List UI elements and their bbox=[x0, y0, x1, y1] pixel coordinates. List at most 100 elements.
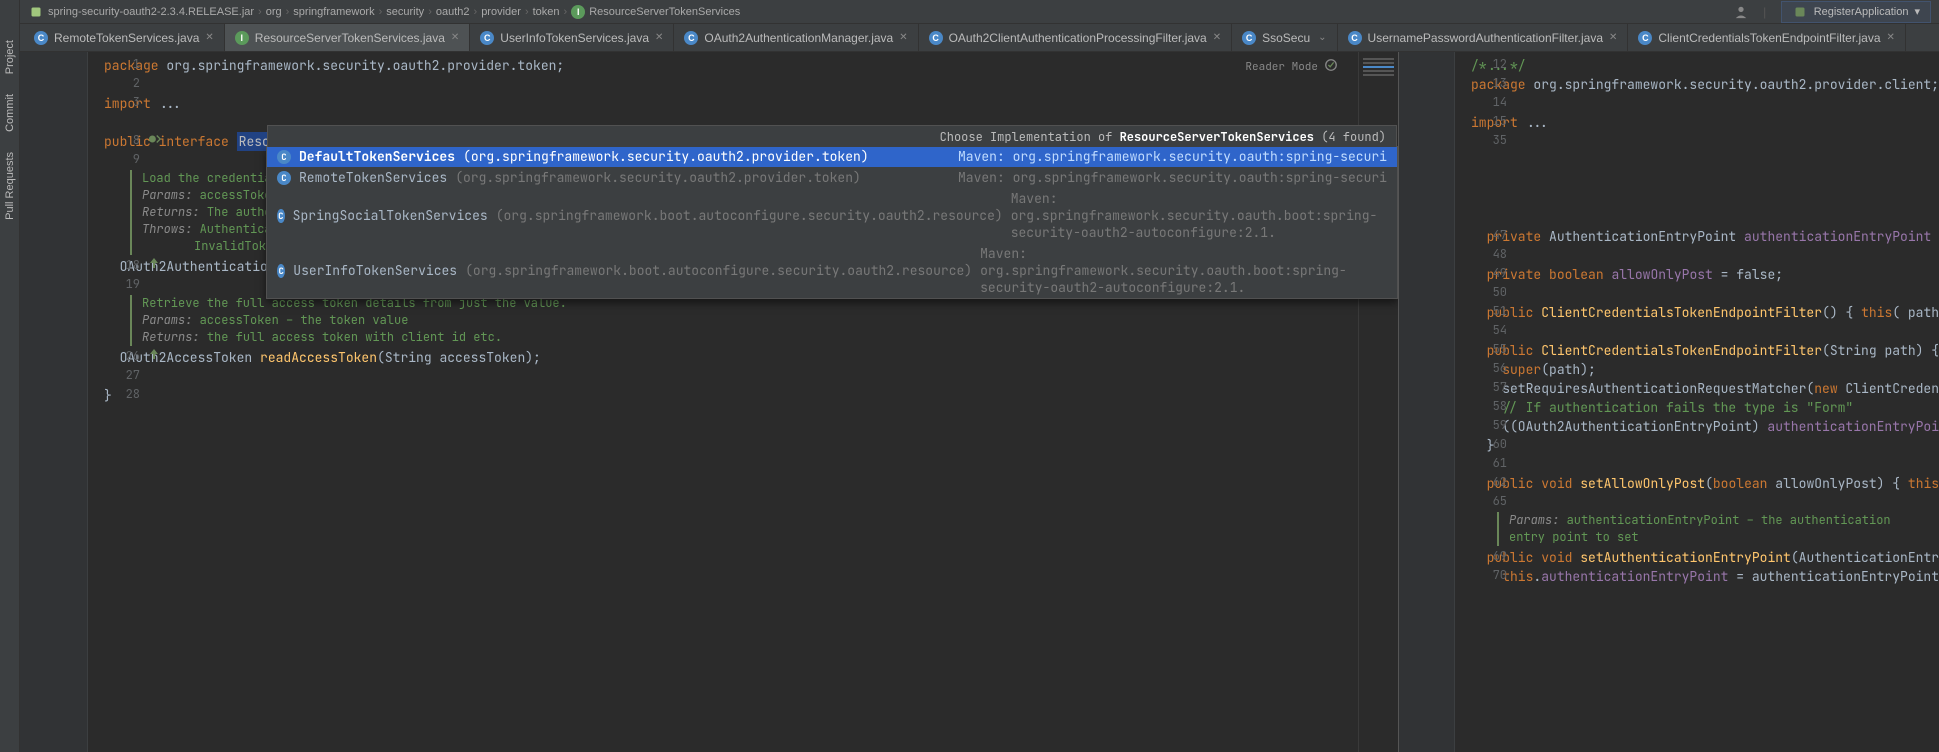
left-tool-strip: Project Commit Pull Requests bbox=[0, 0, 20, 752]
line-number: 28 bbox=[104, 386, 140, 402]
tab-remote-token-services[interactable]: C RemoteTokenServices.java ✕ bbox=[24, 24, 225, 51]
breadcrumb-root[interactable]: spring-security-oauth2-2.3.4.RELEASE.jar bbox=[28, 4, 254, 20]
run-config-button[interactable]: RegisterApplication ▾ bbox=[1781, 1, 1931, 23]
line-number: 3 bbox=[104, 94, 140, 110]
popup-title: Choose Implementation of ResourceServerT… bbox=[267, 125, 1397, 147]
line-number: 59 bbox=[1471, 417, 1507, 433]
override-gutter-icon[interactable] bbox=[148, 257, 170, 272]
line-number: 56 bbox=[1471, 360, 1507, 376]
implementations-gutter-icon[interactable] bbox=[148, 132, 170, 149]
tab-label: UserInfoTokenServices.java bbox=[500, 31, 649, 45]
tab-bar: C RemoteTokenServices.java ✕ I ResourceS… bbox=[20, 24, 1939, 52]
choose-implementation-popup: Choose Implementation of ResourceServerT… bbox=[266, 146, 1398, 299]
tab-resource-server-token-services[interactable]: I ResourceServerTokenServices.java ✕ bbox=[225, 24, 470, 51]
breadcrumb-part[interactable]: springframework bbox=[293, 6, 374, 18]
line-number: 14 bbox=[1471, 94, 1507, 110]
tool-pull-requests[interactable]: Pull Requests bbox=[2, 142, 18, 230]
gutter-right bbox=[1399, 52, 1455, 752]
tab-label: UsernamePasswordAuthenticationFilter.jav… bbox=[1368, 31, 1603, 45]
close-icon[interactable]: ✕ bbox=[205, 32, 213, 43]
breadcrumb: spring-security-oauth2-2.3.4.RELEASE.jar… bbox=[28, 4, 740, 20]
tab-label: OAuth2AuthenticationManager.java bbox=[704, 31, 893, 45]
chevron-right-icon: › bbox=[564, 6, 568, 18]
line-number: 48 bbox=[1471, 246, 1507, 262]
close-icon[interactable]: ✕ bbox=[655, 32, 663, 43]
class-icon: C bbox=[277, 171, 291, 185]
breadcrumb-part[interactable]: token bbox=[533, 6, 560, 18]
javadoc-block: Retrieve the full access token details f… bbox=[130, 295, 1386, 346]
impl-item-remote-token-services[interactable]: C RemoteTokenServices (org.springframewo… bbox=[267, 167, 1397, 188]
breadcrumb-part[interactable]: security bbox=[386, 6, 424, 18]
line-number: 62 bbox=[1471, 474, 1507, 490]
breadcrumb-part[interactable]: org bbox=[266, 6, 282, 18]
close-icon[interactable]: ✕ bbox=[451, 32, 459, 43]
editor-split: Reader Mode 1 package org.springframewor… bbox=[20, 52, 1939, 752]
line-number: 51 bbox=[1471, 303, 1507, 319]
line-number: 18 bbox=[104, 257, 140, 273]
breadcrumb-leaf[interactable]: I ResourceServerTokenServices bbox=[571, 5, 740, 19]
line-number: 1 bbox=[104, 56, 140, 72]
tab-client-credentials-filter[interactable]: C ClientCredentialsTokenEndpointFilter.j… bbox=[1628, 24, 1906, 51]
interface-icon: I bbox=[235, 31, 249, 45]
run-config-icon bbox=[1792, 4, 1808, 20]
class-icon: C bbox=[34, 31, 48, 45]
user-menu-icon[interactable] bbox=[1733, 4, 1749, 20]
class-icon: C bbox=[1242, 31, 1256, 45]
close-icon[interactable]: ✕ bbox=[899, 32, 907, 43]
tab-username-password-filter[interactable]: C UsernamePasswordAuthenticationFilter.j… bbox=[1338, 24, 1629, 51]
close-icon[interactable]: ✕ bbox=[1887, 32, 1895, 43]
line-number: 49 bbox=[1471, 265, 1507, 281]
tool-project[interactable]: Project bbox=[2, 30, 18, 84]
jar-icon bbox=[28, 4, 44, 20]
line-number: 61 bbox=[1471, 455, 1507, 471]
line-number: 57 bbox=[1471, 379, 1507, 395]
close-icon[interactable]: ✕ bbox=[1609, 32, 1617, 43]
chevron-right-icon: › bbox=[258, 6, 262, 18]
line-number: 13 bbox=[1471, 75, 1507, 91]
line-number: 9 bbox=[104, 151, 140, 167]
top-right-actions: | RegisterApplication ▾ bbox=[1733, 1, 1931, 23]
class-icon: C bbox=[480, 31, 494, 45]
line-number: 65 bbox=[1471, 493, 1507, 509]
class-icon: C bbox=[277, 150, 291, 164]
breadcrumb-part[interactable]: provider bbox=[481, 6, 521, 18]
class-icon: C bbox=[929, 31, 943, 45]
tab-oauth2-client-auth-filter[interactable]: C OAuth2ClientAuthenticationProcessingFi… bbox=[919, 24, 1233, 51]
impl-item-user-info-token-services[interactable]: C UserInfoTokenServices (org.springframe… bbox=[267, 243, 1397, 298]
line-number: 35 bbox=[1471, 132, 1507, 148]
line-number: 70 bbox=[1471, 567, 1507, 583]
line-number: 8 bbox=[104, 132, 140, 148]
class-icon: C bbox=[1638, 31, 1652, 45]
interface-icon: I bbox=[571, 5, 585, 19]
line-number: 69 bbox=[1471, 548, 1507, 564]
close-icon[interactable]: ✕ bbox=[1213, 32, 1221, 43]
line-number: 2 bbox=[104, 75, 140, 91]
tool-commit[interactable]: Commit bbox=[2, 84, 18, 142]
line-number: 26 bbox=[104, 348, 140, 364]
code-area-right[interactable]: 12 /*...*/ 13 package org.springframewor… bbox=[1455, 52, 1939, 752]
editor-right[interactable]: 12 /*...*/ 13 package org.springframewor… bbox=[1399, 52, 1939, 752]
override-gutter-icon[interactable] bbox=[148, 348, 170, 363]
divider-icon: | bbox=[1757, 4, 1773, 20]
class-icon: C bbox=[277, 209, 285, 223]
tab-oauth2-auth-manager[interactable]: C OAuth2AuthenticationManager.java ✕ bbox=[674, 24, 918, 51]
tab-label: OAuth2ClientAuthenticationProcessingFilt… bbox=[949, 31, 1207, 45]
chevron-down-icon[interactable]: ⌄ bbox=[1318, 32, 1326, 43]
line-number: 19 bbox=[104, 276, 140, 292]
tab-label: SsoSecu bbox=[1262, 31, 1310, 45]
chevron-right-icon: › bbox=[428, 6, 432, 18]
editor-left[interactable]: Reader Mode 1 package org.springframewor… bbox=[20, 52, 1399, 752]
impl-item-default-token-services[interactable]: C DefaultTokenServices (org.springframew… bbox=[267, 146, 1397, 167]
breadcrumb-part[interactable]: oauth2 bbox=[436, 6, 470, 18]
tab-label: ClientCredentialsTokenEndpointFilter.jav… bbox=[1658, 31, 1880, 45]
impl-item-spring-social-token-services[interactable]: C SpringSocialTokenServices (org.springf… bbox=[267, 188, 1397, 243]
class-icon: C bbox=[1348, 31, 1362, 45]
line-number: 12 bbox=[1471, 56, 1507, 72]
javadoc-block: Params: authenticationEntryPoint – the a… bbox=[1497, 512, 1927, 546]
line-number: 54 bbox=[1471, 322, 1507, 338]
tab-sso-security[interactable]: C SsoSecu ⌄ bbox=[1232, 24, 1337, 51]
class-icon: C bbox=[277, 264, 285, 278]
tab-label: ResourceServerTokenServices.java bbox=[255, 31, 445, 45]
chevron-right-icon: › bbox=[379, 6, 383, 18]
tab-user-info-token-services[interactable]: C UserInfoTokenServices.java ✕ bbox=[470, 24, 674, 51]
